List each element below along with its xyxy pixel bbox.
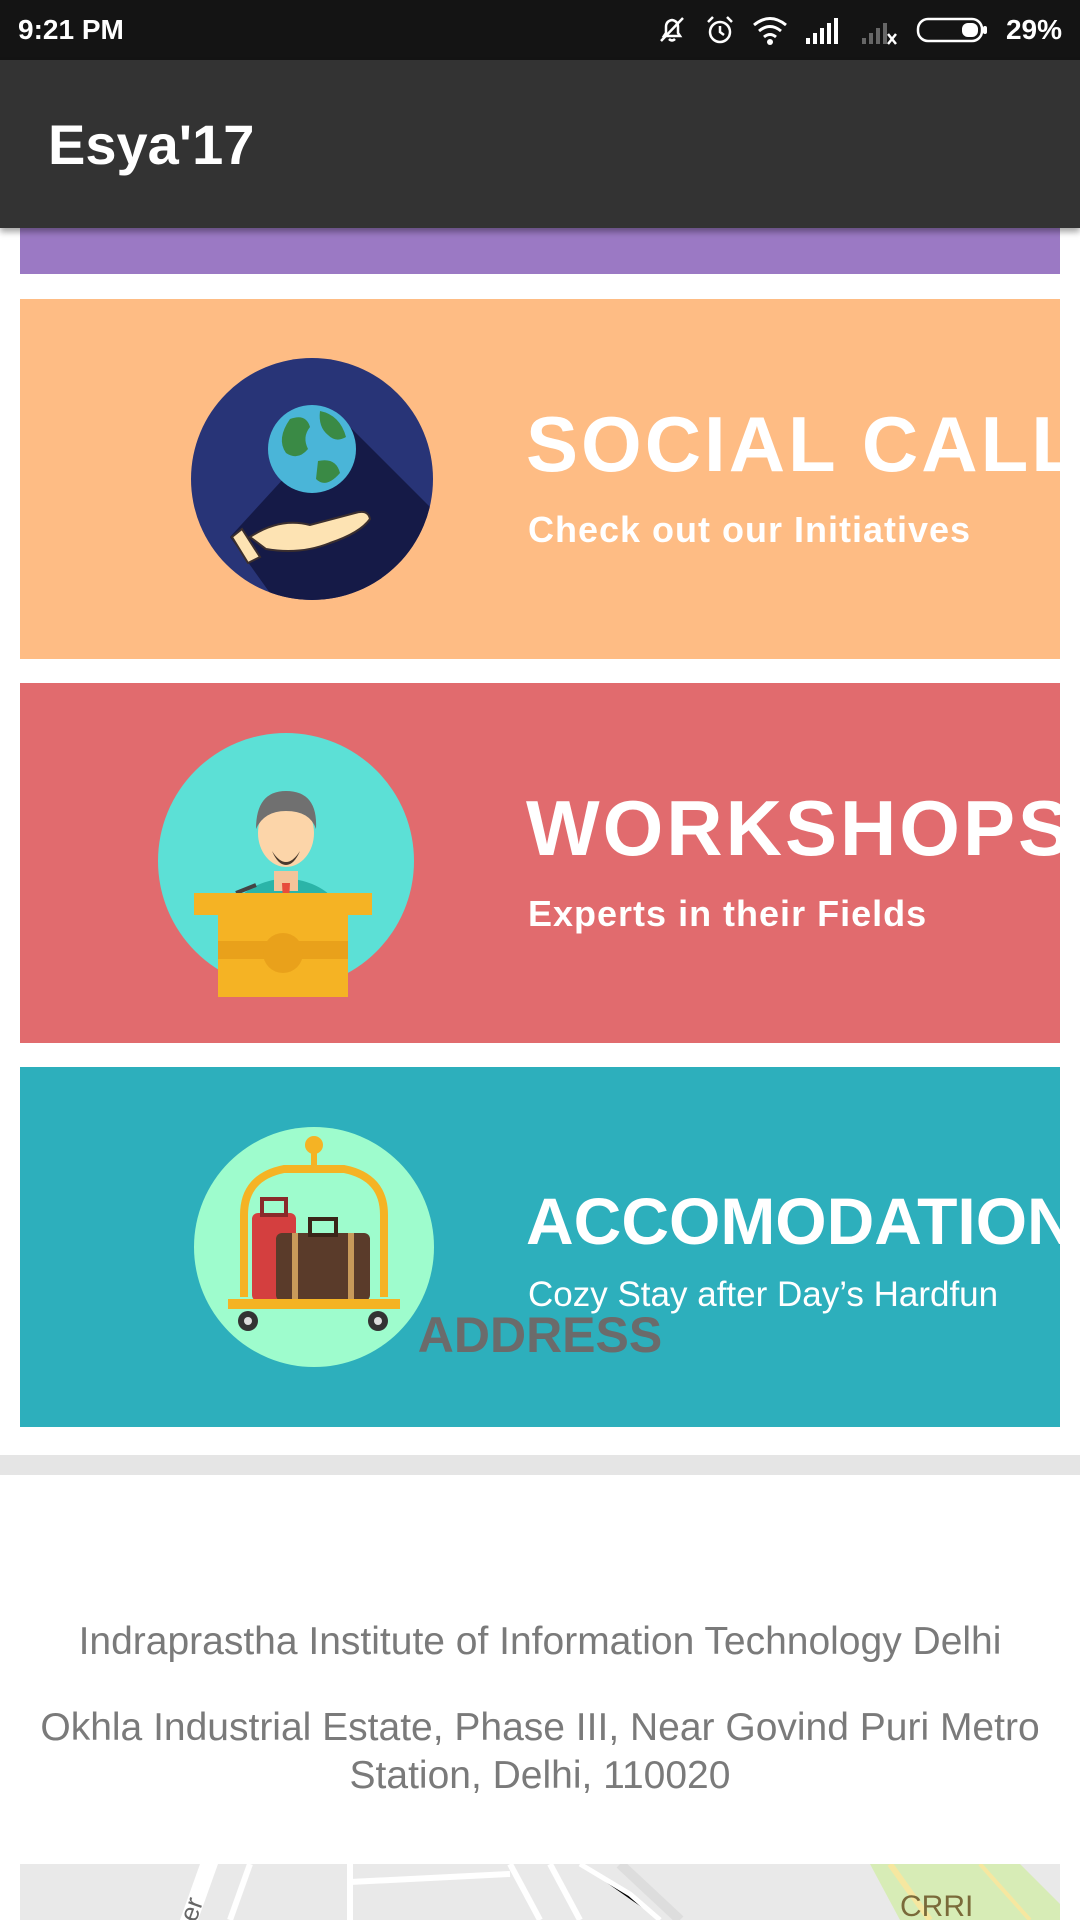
app-title: Esya'17: [48, 112, 255, 176]
wifi-icon: [753, 17, 787, 45]
banner-title: SOCIAL CALL: [526, 400, 1060, 488]
battery-icon: [916, 17, 987, 43]
alarm-icon: [707, 16, 733, 44]
map-view[interactable]: er CRRI: [20, 1864, 1060, 1920]
address-institute: Indraprastha Institute of Information Te…: [78, 1620, 1002, 1663]
status-time: 9:21 PM: [18, 14, 124, 45]
workshops-card[interactable]: WORKSHOPS Experts in their Fields: [20, 683, 1060, 1043]
globe-hand-icon: [191, 358, 433, 600]
status-icons: 29%: [656, 14, 1062, 46]
app-bar: Esya'17: [0, 60, 1080, 228]
notifications-off-icon: [660, 17, 684, 42]
section-divider: [0, 1455, 1080, 1475]
event-card-partial[interactable]: [20, 228, 1060, 274]
banner-title: WORKSHOPS: [526, 784, 1060, 872]
accomodation-card[interactable]: ACCOMODATION Cozy Stay after Day’s Hardf…: [20, 1067, 1060, 1427]
map-place-label: CRRI: [900, 1890, 974, 1920]
signal-icon: [805, 18, 838, 44]
banner-subtitle: Check out our Initiatives: [528, 509, 972, 550]
social-call-card[interactable]: SOCIAL CALL Check out our Initiatives: [20, 299, 1060, 659]
speaker-podium-icon: [158, 733, 414, 997]
battery-percentage: 29%: [1005, 14, 1062, 45]
banner-subtitle: Experts in their Fields: [528, 893, 928, 934]
banner-title: ACCOMODATION: [526, 1184, 1060, 1258]
status-bar: 9:21 PM 29%: [0, 0, 1080, 60]
address-street: Okhla Industrial Estate, Phase III, Near…: [40, 1706, 1040, 1797]
address-heading: ADDRESS: [417, 1307, 663, 1363]
no-signal-icon: [861, 23, 897, 45]
scroll-content[interactable]: SOCIAL CALL Check out our Initiatives WO…: [0, 228, 1080, 1920]
